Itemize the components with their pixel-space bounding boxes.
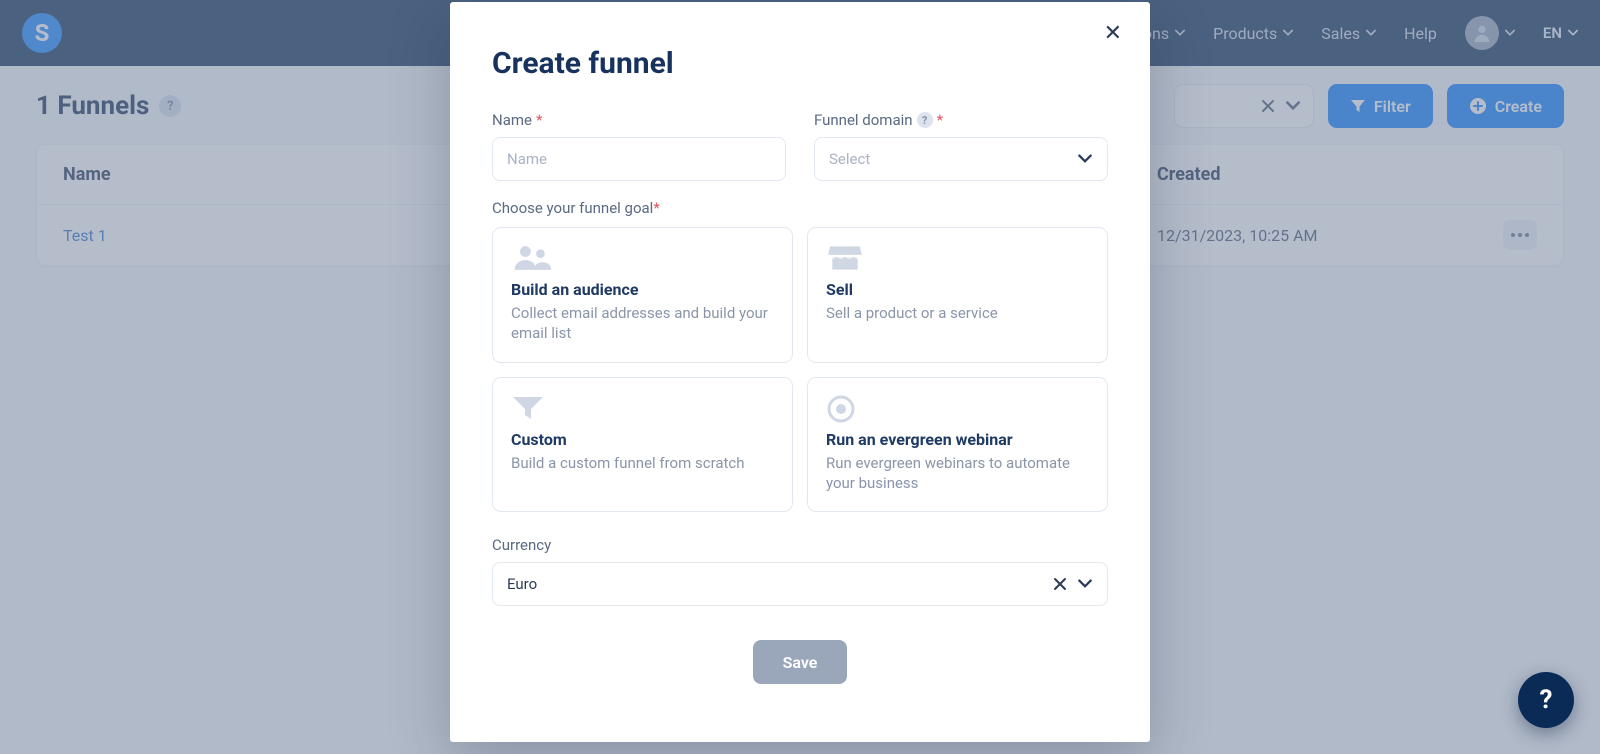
goal-label: Choose your funnel goal [492, 199, 653, 217]
goal-title: Sell [826, 280, 1089, 299]
question-icon: ? [1540, 685, 1553, 715]
webinar-icon [826, 394, 1089, 424]
floating-help-button[interactable]: ? [1518, 672, 1574, 728]
required-icon: * [653, 199, 659, 217]
chevron-down-icon [1077, 153, 1093, 165]
goal-title: Run an evergreen webinar [826, 430, 1089, 449]
funnel-icon [511, 394, 774, 424]
goal-desc: Sell a product or a service [826, 303, 1089, 323]
goal-desc: Collect email addresses and build your e… [511, 303, 774, 344]
save-button[interactable]: Save [753, 640, 848, 684]
domain-select[interactable]: Select [814, 137, 1108, 181]
required-icon: * [937, 111, 943, 129]
modal-title: Create funnel [492, 46, 1108, 81]
create-funnel-modal: ✕ Create funnel Name* Funnel domain ? * … [450, 2, 1150, 742]
store-icon [826, 244, 1089, 274]
domain-placeholder: Select [829, 150, 870, 168]
goal-option-webinar[interactable]: Run an evergreen webinar Run evergreen w… [807, 377, 1108, 513]
clear-icon[interactable] [1053, 577, 1067, 591]
name-label: Name [492, 111, 532, 129]
people-icon [511, 244, 774, 274]
goal-option-audience[interactable]: Build an audience Collect email addresse… [492, 227, 793, 363]
modal-overlay: ✕ Create funnel Name* Funnel domain ? * … [0, 0, 1600, 754]
goal-desc: Build a custom funnel from scratch [511, 453, 774, 473]
goal-title: Custom [511, 430, 774, 449]
domain-label: Funnel domain [814, 111, 913, 129]
goal-option-custom[interactable]: Custom Build a custom funnel from scratc… [492, 377, 793, 513]
currency-select[interactable]: Euro [492, 562, 1108, 606]
required-icon: * [536, 111, 542, 129]
goal-title: Build an audience [511, 280, 774, 299]
close-button[interactable]: ✕ [1098, 20, 1128, 47]
goal-option-sell[interactable]: Sell Sell a product or a service [807, 227, 1108, 363]
chevron-down-icon [1077, 578, 1093, 590]
currency-value: Euro [507, 575, 537, 593]
goal-desc: Run evergreen webinars to automate your … [826, 453, 1089, 494]
currency-label: Currency [492, 536, 551, 554]
save-label: Save [783, 653, 818, 672]
name-input[interactable] [492, 137, 786, 181]
help-icon[interactable]: ? [917, 112, 933, 128]
